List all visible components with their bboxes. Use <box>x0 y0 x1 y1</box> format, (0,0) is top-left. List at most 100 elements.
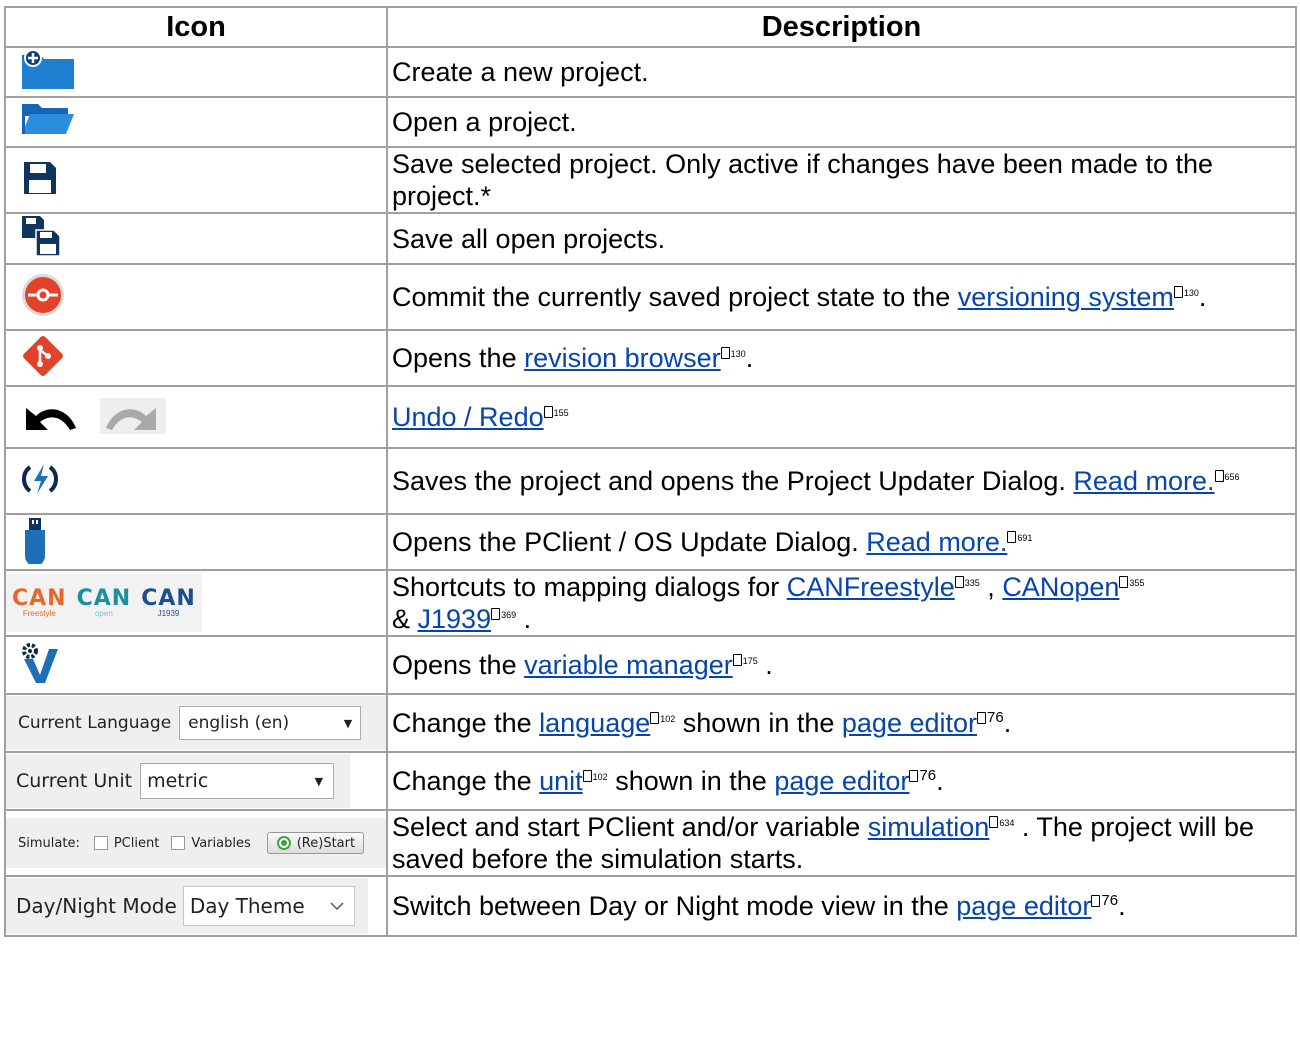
icon-cell <box>4 263 388 331</box>
page-ref: 102 <box>582 770 608 782</box>
chevron-down-icon <box>330 902 344 911</box>
icon-cell <box>4 635 388 695</box>
page-editor-link[interactable]: page editor <box>956 891 1091 921</box>
page-ref: 335 <box>954 576 980 588</box>
table-row: Current Unit metric ▼ Change the unit 102… <box>4 751 1297 811</box>
read-more-link[interactable]: Read more. <box>866 527 1007 557</box>
simulate-label: Simulate: <box>18 835 80 851</box>
can-j1939-icon[interactable]: CAN J1939 <box>141 588 196 618</box>
page-editor-link[interactable]: page editor <box>774 766 909 796</box>
icon-cell <box>4 96 388 148</box>
description-cell: Commit the currently saved project state… <box>386 263 1297 331</box>
icon-column-header: Icon <box>4 6 388 48</box>
icon-cell: Current Language english (en) ▼ <box>4 693 388 753</box>
description-column-header: Description <box>386 6 1297 48</box>
save-all-disks-icon[interactable] <box>20 214 64 258</box>
page-ref: 76 <box>1091 892 1118 909</box>
description-cell: Opens the revision browser 130. <box>386 329 1297 387</box>
table-row: Day/Night Mode Day Theme Switch between … <box>4 875 1297 937</box>
restart-simulation-button[interactable]: (Re)Start <box>266 832 365 854</box>
language-selector-widget: Current Language english (en) ▼ <box>6 696 386 750</box>
description-cell: Switch between Day or Night mode view in… <box>386 875 1297 937</box>
simulate-widget: Simulate: PClient Variables (Re)Start <box>6 818 386 868</box>
icon-cell <box>4 329 388 387</box>
variable-manager-link[interactable]: variable manager <box>524 650 733 680</box>
theme-value: Day Theme <box>189 894 305 918</box>
canopen-link[interactable]: CANopen <box>1002 572 1119 602</box>
table-row: Opens the variable manager 175 . <box>4 635 1297 695</box>
can-freestyle-icon[interactable]: CAN Freestyle <box>12 588 67 618</box>
can-icons-group: CAN Freestyle CAN open CAN J1939 <box>6 574 202 632</box>
theme-dropdown[interactable]: Day Theme <box>182 886 355 926</box>
table-row: Commit the currently saved project state… <box>4 263 1297 331</box>
can-open-icon[interactable]: CAN open <box>77 588 132 618</box>
day-night-label: Day/Night Mode <box>16 894 177 918</box>
new-project-folder-icon[interactable] <box>20 48 76 91</box>
language-dropdown[interactable]: english (en) ▼ <box>179 706 362 740</box>
unit-link[interactable]: unit <box>539 766 583 796</box>
variables-label: Variables <box>191 835 251 851</box>
language-link[interactable]: language <box>539 708 650 738</box>
page-ref-icon <box>1173 286 1183 298</box>
icon-cell <box>4 212 388 265</box>
page-ref: 155 <box>543 406 569 418</box>
read-more-link[interactable]: Read more. <box>1073 466 1214 496</box>
page-ref: 369 <box>491 608 516 620</box>
dropdown-arrow-icon: ▼ <box>343 716 353 730</box>
lightning-updater-icon[interactable] <box>20 459 60 499</box>
commit-icon[interactable] <box>20 272 66 318</box>
icon-cell <box>4 447 388 515</box>
table-row: Open a project. <box>4 96 1297 148</box>
variables-checkbox[interactable] <box>171 836 186 850</box>
git-diamond-icon[interactable] <box>20 333 66 379</box>
page-ref: 634 <box>989 816 1014 828</box>
usb-stick-icon[interactable] <box>20 516 50 566</box>
revision-browser-link[interactable]: revision browser <box>524 343 721 373</box>
description-cell: Open a project. <box>386 96 1297 148</box>
page-ref: 130 <box>720 347 746 359</box>
icon-cell <box>4 385 388 449</box>
versioning-system-link[interactable]: versioning system <box>958 282 1174 312</box>
table-row: Saves the project and opens the Project … <box>4 447 1297 515</box>
description-cell: Select and start PClient and/or variable… <box>386 809 1297 877</box>
table-row: Simulate: PClient Variables (Re)Start Se… <box>4 809 1297 877</box>
table-row: Save all open projects. <box>4 212 1297 265</box>
unit-label: Current Unit <box>16 770 133 792</box>
icon-cell <box>4 146 388 214</box>
description-cell: Undo / Redo 155 <box>386 385 1297 449</box>
table-header-row: Icon Description <box>4 6 1297 48</box>
save-disk-icon[interactable] <box>20 158 60 198</box>
open-folder-icon[interactable] <box>20 102 76 138</box>
description-cell: Opens the variable manager 175 . <box>386 635 1297 695</box>
icon-cell: Simulate: PClient Variables (Re)Start <box>4 809 388 877</box>
page-ref: 175 <box>732 654 758 666</box>
description-cell: Change the language 102 shown in the page… <box>386 693 1297 753</box>
unit-value: metric <box>147 770 209 792</box>
table-row: Undo / Redo 155 <box>4 385 1297 449</box>
undo-redo-link[interactable]: Undo / Redo <box>392 402 544 432</box>
play-icon <box>276 836 291 850</box>
simulation-link[interactable]: simulation <box>868 812 990 842</box>
page-ref: 76 <box>909 767 936 784</box>
restart-button-label: (Re)Start <box>296 835 356 851</box>
page-editor-link[interactable]: page editor <box>842 708 977 738</box>
table-row: Create a new project. <box>4 46 1297 98</box>
icon-cell: CAN Freestyle CAN open CAN J1939 <box>4 569 388 637</box>
desc-text: Commit the currently saved project state… <box>392 282 958 312</box>
dropdown-arrow-icon: ▼ <box>314 774 324 788</box>
table-row: CAN Freestyle CAN open CAN J1939 Shortcu… <box>4 569 1297 637</box>
table-row: Save selected project. Only active if ch… <box>4 146 1297 214</box>
language-label: Current Language <box>18 713 172 733</box>
description-cell: Change the unit 102 shown in the page edi… <box>386 751 1297 811</box>
j1939-link[interactable]: J1939 <box>418 604 492 634</box>
variable-manager-icon[interactable] <box>20 641 60 685</box>
undo-icon[interactable] <box>26 407 76 430</box>
pclient-checkbox[interactable] <box>93 836 108 850</box>
unit-dropdown[interactable]: metric ▼ <box>140 763 335 799</box>
page-ref: 691 <box>1007 531 1032 543</box>
canfreestyle-link[interactable]: CANFreestyle <box>787 572 955 602</box>
description-cell: Create a new project. <box>386 46 1297 98</box>
table-row: Opens the revision browser 130. <box>4 329 1297 387</box>
icon-cell <box>4 513 388 571</box>
toolbar-icon-table: Icon Description Create a new project. O… <box>4 6 1297 937</box>
